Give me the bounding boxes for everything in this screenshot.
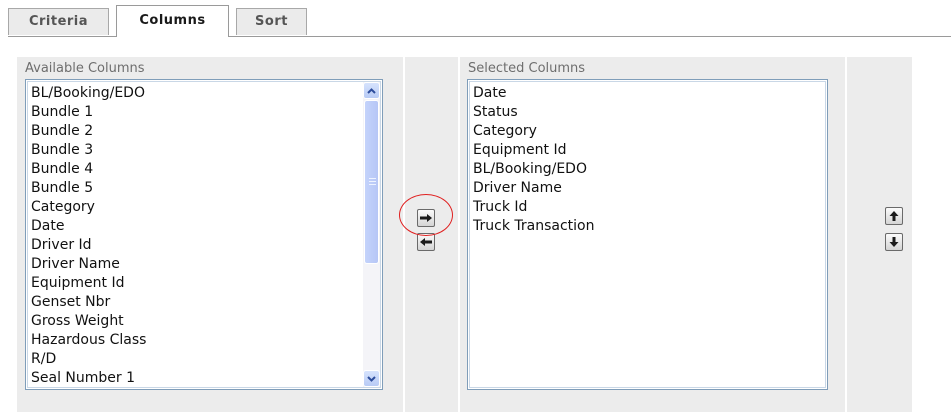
chevron-up-icon: [367, 87, 376, 94]
available-item[interactable]: Date: [31, 217, 382, 236]
available-columns-scrollbar[interactable]: [363, 82, 380, 387]
tab-criteria[interactable]: Criteria: [8, 8, 109, 35]
selected-columns-listbox[interactable]: Date Status Category Equipment Id BL/Booking…: [467, 79, 828, 390]
available-item[interactable]: Seal Number 1: [31, 369, 382, 388]
available-columns-panel: Available Columns BL/Booking/EDO Bundle 1…: [17, 57, 403, 412]
available-item[interactable]: Genset Nbr: [31, 293, 382, 312]
arrow-down-icon: [889, 237, 899, 247]
available-item[interactable]: Category: [31, 198, 382, 217]
selected-item[interactable]: Truck Id: [473, 198, 827, 217]
available-item[interactable]: Gross Weight: [31, 312, 382, 331]
available-columns-label: Available Columns: [25, 61, 145, 76]
scroll-grip-line: [369, 181, 376, 182]
selected-columns-label: Selected Columns: [468, 61, 586, 76]
selected-columns-items: Date Status Category Equipment Id BL/Booking…: [473, 84, 827, 236]
scroll-thumb[interactable]: [364, 100, 379, 264]
available-columns-items: BL/Booking/EDO Bundle 1 Bundle 2 Bundle 3 Bu…: [31, 84, 382, 388]
selected-item[interactable]: Truck Transaction: [473, 217, 827, 236]
available-item[interactable]: BL/Booking/EDO: [31, 84, 382, 103]
scroll-grip-line: [369, 184, 376, 185]
move-up-button[interactable]: [885, 207, 903, 225]
chevron-down-icon: [367, 375, 376, 382]
selected-columns-panel: Selected Columns Date Status Category Equip…: [460, 57, 845, 412]
reorder-buttons-panel: [847, 57, 912, 412]
tab-sort[interactable]: Sort: [236, 8, 307, 35]
available-columns-listbox[interactable]: BL/Booking/EDO Bundle 1 Bundle 2 Bundle 3 Bu…: [25, 79, 383, 390]
arrow-up-icon: [889, 211, 899, 221]
available-item[interactable]: Driver Id: [31, 236, 382, 255]
available-item[interactable]: Bundle 1: [31, 103, 382, 122]
tab-bar: Criteria Columns Sort: [0, 0, 951, 38]
available-item[interactable]: R/D: [31, 350, 382, 369]
selected-item[interactable]: Category: [473, 122, 827, 141]
available-item[interactable]: Bundle 3: [31, 141, 382, 160]
scroll-up-button[interactable]: [363, 82, 380, 99]
selected-item[interactable]: Driver Name: [473, 179, 827, 198]
selected-item[interactable]: Equipment Id: [473, 141, 827, 160]
available-item[interactable]: Bundle 4: [31, 160, 382, 179]
available-item[interactable]: Hazardous Class: [31, 331, 382, 350]
available-item[interactable]: Bundle 2: [31, 122, 382, 141]
arrow-left-icon: [420, 238, 432, 246]
selected-item[interactable]: Date: [473, 84, 827, 103]
highlight-circle: [399, 194, 453, 236]
selected-item[interactable]: BL/Booking/EDO: [473, 160, 827, 179]
tab-columns[interactable]: Columns: [116, 5, 229, 37]
scroll-grip-line: [369, 178, 376, 179]
available-item[interactable]: Equipment Id: [31, 274, 382, 293]
move-down-button[interactable]: [885, 233, 903, 251]
scroll-down-button[interactable]: [363, 370, 380, 387]
available-item[interactable]: Bundle 5: [31, 179, 382, 198]
selected-item[interactable]: Status: [473, 103, 827, 122]
available-item[interactable]: Driver Name: [31, 255, 382, 274]
